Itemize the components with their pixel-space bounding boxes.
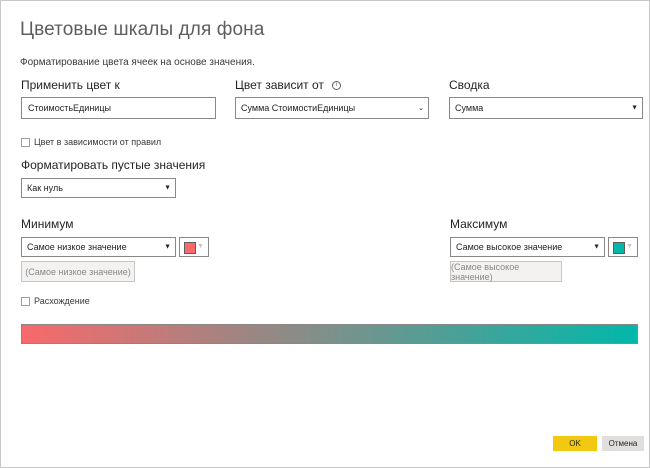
chevron-down-icon: ▼ [631,104,638,112]
minimum-dropdown[interactable]: Самое низкое значение ▼ [21,237,176,257]
minimum-value-input[interactable]: (Самое низкое значение) [21,261,135,282]
chevron-down-icon: ▼ [164,184,171,192]
info-icon[interactable]: i [331,80,341,90]
maximum-label: Максимум [450,217,508,231]
rules-checkbox[interactable] [21,137,30,147]
color-scale-preview [21,324,638,344]
maximum-value: Самое высокое значение [456,242,563,252]
maximum-color-swatch [613,242,625,254]
rules-checkbox-row[interactable]: Цвет в зависимости от правил [21,137,161,147]
chevron-down-icon: ▼ [593,243,600,251]
blank-values-label: Форматировать пустые значения [21,158,206,172]
dialog-subtitle: Форматирование цвета ячеек на основе зна… [20,57,255,68]
apply-to-value: СтоимостьЕдиницы [28,103,111,113]
apply-to-field[interactable]: СтоимостьЕдиницы [21,97,216,119]
diverging-checkbox-label: Расхождение [34,296,90,306]
diverging-checkbox-row[interactable]: Расхождение [21,296,90,306]
blank-values-dropdown[interactable]: Как нуль ▼ [21,178,176,198]
diverging-checkbox[interactable] [21,296,30,306]
minimum-value: Самое низкое значение [27,242,127,252]
based-on-label: Цвет зависит от [235,78,324,92]
minimum-color-picker[interactable]: ▼ [179,237,209,257]
summary-label: Сводка [449,78,490,92]
chevron-down-icon: ▼ [626,243,633,250]
minimum-color-swatch [184,242,196,254]
maximum-color-picker[interactable]: ▼ [608,237,638,257]
maximum-placeholder: (Самое высокое значение) [451,261,520,282]
summary-dropdown[interactable]: Сумма ▼ [449,97,643,119]
based-on-dropdown[interactable]: Сумма СтоимостиЕдиницы ⌄ [235,97,429,119]
dialog-title: Цветовые шкалы для фона [20,19,265,40]
chevron-down-icon: ▼ [164,243,171,251]
cancel-button[interactable]: Отмена [602,436,644,451]
maximum-value-input[interactable]: (Самое высокое значение) [450,261,562,282]
chevron-down-icon: ⌄ [418,105,424,112]
blank-values-value: Как нуль [27,183,63,193]
apply-to-label: Применить цвет к [21,78,120,92]
minimum-label: Минимум [21,217,74,231]
ok-button[interactable]: OK [553,436,597,451]
based-on-value: Сумма СтоимостиЕдиницы [241,103,356,113]
summary-value: Сумма [455,103,484,113]
based-on-header: Цвет зависит от i [235,78,341,92]
maximum-dropdown[interactable]: Самое высокое значение ▼ [450,237,605,257]
minimum-placeholder: (Самое низкое значение) [25,266,131,277]
rules-checkbox-label: Цвет в зависимости от правил [34,137,162,147]
chevron-down-icon: ▼ [197,243,204,250]
color-scales-dialog: Цветовые шкалы для фона Форматирование ц… [0,0,650,468]
